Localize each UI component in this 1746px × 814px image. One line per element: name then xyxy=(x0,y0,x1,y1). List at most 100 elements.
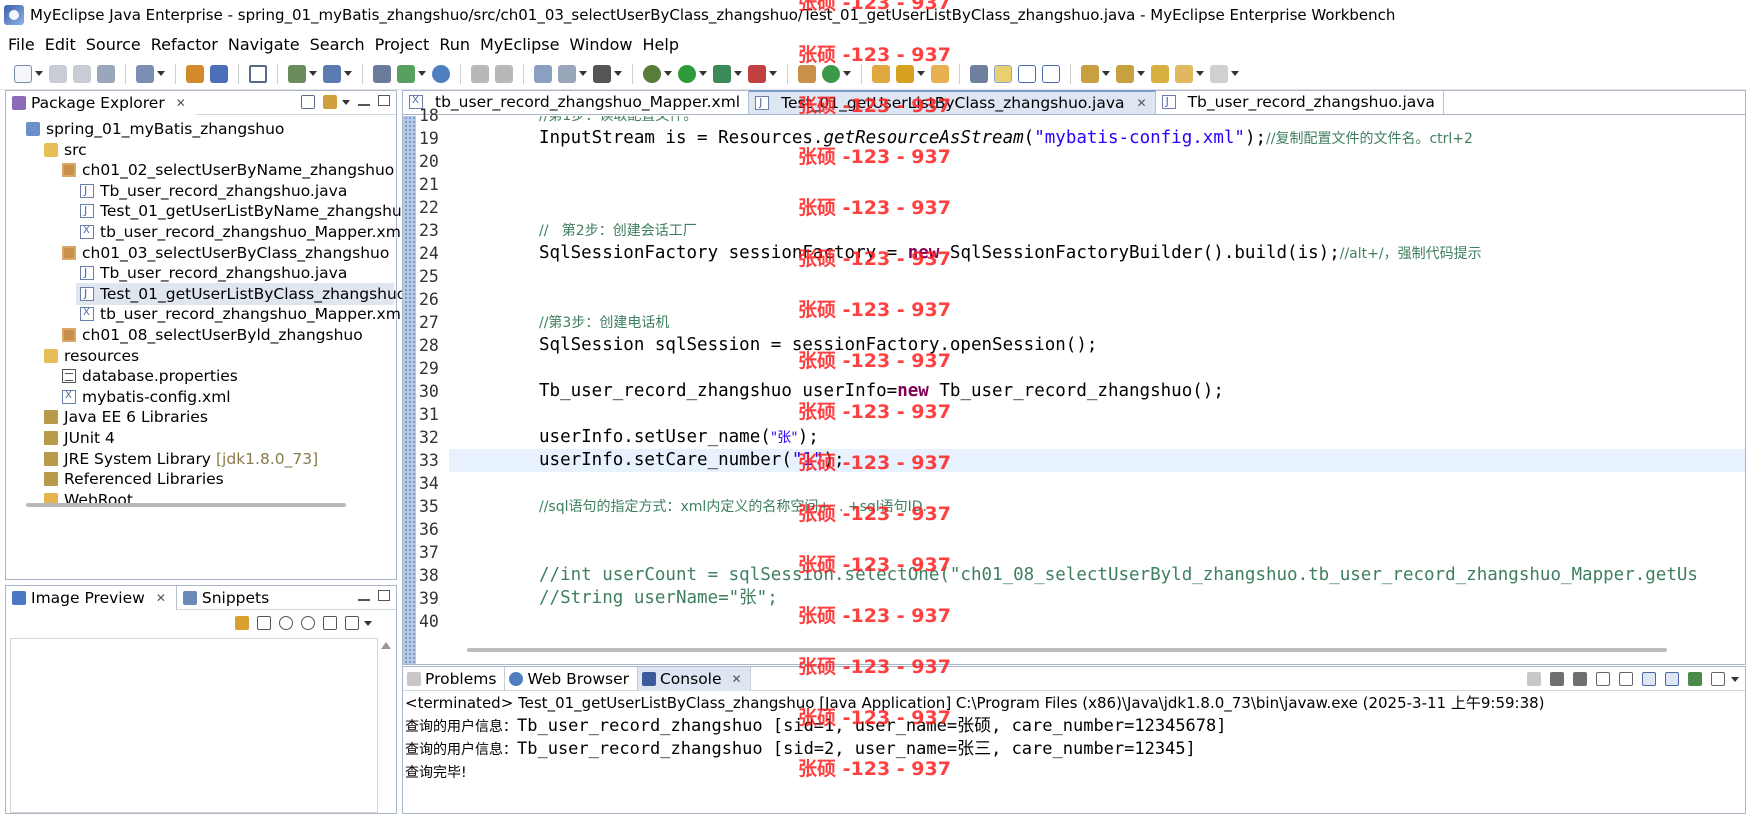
new-wizard-icon[interactable] xyxy=(136,64,154,83)
menu-myeclipse[interactable]: MyEclipse xyxy=(478,35,567,54)
word-wrap-icon[interactable] xyxy=(1642,672,1656,686)
globe-icon[interactable] xyxy=(432,64,450,83)
forward-dropdown-icon[interactable] xyxy=(1231,71,1239,76)
new-dropdown-icon[interactable] xyxy=(35,71,43,76)
tab-package-explorer[interactable]: Package Explorer ✕ xyxy=(6,90,196,115)
next-annotation-dropdown-icon[interactable] xyxy=(1102,71,1110,76)
save-icon[interactable] xyxy=(49,64,67,83)
tree-item[interactable]: Test_01_getUserListByName_zhangshuo xyxy=(80,200,411,222)
menu-help[interactable]: Help xyxy=(641,35,687,54)
terminate-icon[interactable] xyxy=(1527,672,1541,686)
search-web-dropdown-icon[interactable] xyxy=(579,71,587,76)
deploy-dropdown-icon[interactable] xyxy=(309,71,317,76)
editor-tab-test-class[interactable]: Test_01_getUserListByClass_zhangshuo.jav… xyxy=(749,90,1156,114)
back-icon[interactable] xyxy=(1175,64,1193,83)
scroll-lock-icon[interactable] xyxy=(1619,672,1633,686)
tree-item[interactable]: Tb_user_record_zhangshuo.java xyxy=(80,180,347,202)
tree-item[interactable]: tb_user_record_zhangshuo_Mapper.xm xyxy=(80,221,401,243)
open-resource-icon[interactable] xyxy=(210,64,228,83)
tree-item[interactable]: ch01_02_selectUserByName_zhangshuo xyxy=(62,159,394,181)
menu-navigate[interactable]: Navigate xyxy=(226,35,308,54)
highlight-icon[interactable] xyxy=(994,64,1012,83)
pin-console-icon[interactable] xyxy=(1665,672,1679,686)
tree-item[interactable]: ch01_03_selectUserByClass_zhangshuo xyxy=(62,242,389,264)
server-dropdown-icon[interactable] xyxy=(344,71,352,76)
server-icon[interactable] xyxy=(323,64,341,83)
collapse-all-icon[interactable] xyxy=(301,95,315,109)
lock-icon[interactable] xyxy=(249,64,267,83)
tree-item[interactable]: mybatis-config.xml xyxy=(62,386,231,408)
view-menu-icon[interactable] xyxy=(342,100,350,105)
block-select-icon[interactable] xyxy=(1018,64,1036,83)
link-with-editor-icon[interactable] xyxy=(323,95,337,109)
scroll-up-arrow-icon[interactable] xyxy=(381,642,391,649)
zoom-in-icon[interactable] xyxy=(301,616,315,630)
print-icon[interactable] xyxy=(97,64,115,83)
next-annotation-icon[interactable] xyxy=(1081,64,1099,83)
zoom-fit-icon[interactable] xyxy=(257,616,271,630)
tab-problems[interactable]: Problems xyxy=(403,666,506,691)
prev-annotation-icon[interactable] xyxy=(1116,64,1134,83)
zoom-out-icon[interactable] xyxy=(279,616,293,630)
debug-dropdown-icon[interactable] xyxy=(664,71,672,76)
fit-window-icon[interactable] xyxy=(345,616,359,630)
tab-snippets[interactable]: Snippets xyxy=(175,585,279,610)
preview-menu-icon[interactable] xyxy=(364,621,372,626)
tree-item[interactable]: resources xyxy=(44,345,139,367)
last-edit-icon[interactable] xyxy=(1151,64,1169,83)
run-external-dropdown-icon[interactable] xyxy=(734,71,742,76)
menu-source[interactable]: Source xyxy=(84,35,149,54)
search-web-icon[interactable] xyxy=(558,64,576,83)
prev-annotation-dropdown-icon[interactable] xyxy=(1137,71,1145,76)
link-icon[interactable] xyxy=(235,616,249,630)
deploy-icon[interactable] xyxy=(288,64,306,83)
tree-item[interactable]: tb_user_record_zhangshuo_Mapper.xm xyxy=(80,303,401,325)
tree-item[interactable]: Java EE 6 Libraries xyxy=(44,406,208,428)
new-icon[interactable] xyxy=(14,64,32,83)
menu-window[interactable]: Window xyxy=(567,35,640,54)
tab-image-preview[interactable]: Image Preview ✕ xyxy=(6,585,176,610)
actual-size-icon[interactable] xyxy=(323,616,337,630)
external-tools-dropdown-icon[interactable] xyxy=(769,71,777,76)
remove-launch-icon[interactable] xyxy=(1550,672,1564,686)
new-class-icon[interactable] xyxy=(822,64,840,83)
editor-tab-entity-java[interactable]: Tb_user_record_zhangshuo.java xyxy=(1156,90,1444,114)
editor-tab-mapper-xml[interactable]: tb_user_record_zhangshuo_Mapper.xml xyxy=(403,90,750,114)
run-dropdown-icon[interactable] xyxy=(699,71,707,76)
console-menu-icon[interactable] xyxy=(1731,677,1739,682)
open-folder-icon[interactable] xyxy=(872,64,890,83)
tab-web-browser[interactable]: Web Browser xyxy=(505,666,638,691)
menu-file[interactable]: File xyxy=(6,35,43,54)
debug-bug-icon[interactable] xyxy=(643,64,661,83)
new-class-dropdown-icon[interactable] xyxy=(843,71,851,76)
skip-icon[interactable] xyxy=(495,64,513,83)
tree-item[interactable]: JRE System Library [jdk1.8.0_73] xyxy=(44,448,318,470)
toggle-mark-icon[interactable] xyxy=(970,64,988,83)
tree-item[interactable]: ch01_08_selectUserByld_zhangshuo xyxy=(62,324,363,346)
tree-item[interactable]: WebRoot xyxy=(44,489,133,511)
horizontal-scrollbar[interactable] xyxy=(26,503,346,507)
forward-icon[interactable] xyxy=(1210,64,1228,83)
close-icon[interactable]: ✕ xyxy=(176,96,186,110)
menu-search[interactable]: Search xyxy=(308,35,373,54)
tree-item[interactable]: JUnit 4 xyxy=(44,427,115,449)
menu-edit[interactable]: Edit xyxy=(43,35,84,54)
tree-item[interactable]: database.properties xyxy=(62,365,238,387)
terminal-dropdown-icon[interactable] xyxy=(614,71,622,76)
tree-item[interactable]: spring_01_myBatis_zhangshuo xyxy=(26,118,284,140)
show-whitespace-icon[interactable] xyxy=(1042,64,1060,83)
menu-run[interactable]: Run xyxy=(437,35,478,54)
report-icon[interactable] xyxy=(397,64,415,83)
tree-item[interactable]: Tb_user_record_zhangshuo.java xyxy=(80,262,347,284)
new-package-icon[interactable] xyxy=(798,64,816,83)
editor-horizontal-scrollbar[interactable] xyxy=(467,648,1667,652)
pencil-icon[interactable] xyxy=(896,64,914,83)
new-wizard-dropdown-icon[interactable] xyxy=(157,71,165,76)
tree-item[interactable]: src xyxy=(44,139,87,161)
tree-item[interactable]: Test_01_getUserListByClass_zhangshuo. xyxy=(76,282,411,305)
close-icon[interactable]: ✕ xyxy=(1137,96,1147,110)
display-console-icon[interactable] xyxy=(1688,672,1702,686)
clear-console-icon[interactable] xyxy=(1596,672,1610,686)
db-icon[interactable] xyxy=(373,64,391,83)
maximize-icon[interactable] xyxy=(378,590,390,601)
